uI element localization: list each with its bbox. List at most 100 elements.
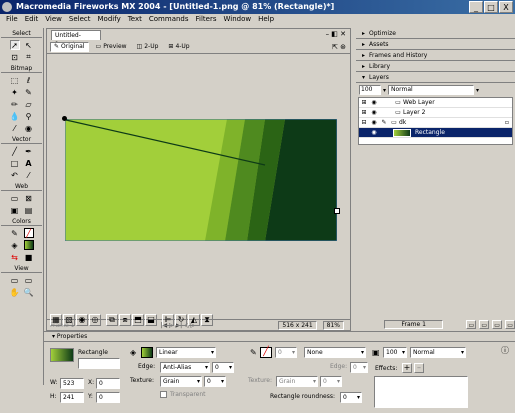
help-icon[interactable]: ⓘ — [501, 345, 509, 356]
bring-forward-icon[interactable]: ⧉ — [106, 314, 118, 326]
menu-help[interactable]: Help — [258, 14, 274, 25]
close-button[interactable]: X — [499, 1, 513, 13]
pencil-tool-icon[interactable]: ✏ — [10, 99, 20, 109]
remove-effect-icon[interactable]: – — [414, 363, 424, 373]
bring-front-icon[interactable]: ⬒ — [132, 314, 144, 326]
standard-screen-icon[interactable]: ▭ — [10, 275, 20, 285]
layer-row-web-layer[interactable]: ⊞ ◉ ▭ Web Layer — [359, 98, 512, 108]
pen-tool-icon[interactable]: ✒ — [24, 146, 34, 156]
knife-tool-icon[interactable]: ⁄ — [24, 170, 34, 180]
full-screen-icon[interactable]: ▭ — [24, 275, 34, 285]
menu-edit[interactable]: Edit — [25, 14, 39, 25]
hotspot-tool-icon[interactable]: ▭ — [10, 193, 20, 203]
object-name-field[interactable] — [78, 358, 120, 369]
new-bitmap-image-icon[interactable]: ▭ — [466, 319, 477, 329]
menu-modify[interactable]: Modify — [98, 14, 121, 25]
eraser-tool-icon[interactable]: ▱ — [24, 99, 34, 109]
edge-select[interactable]: Anti-Alias — [160, 362, 210, 373]
texture-select[interactable]: Grain — [160, 376, 202, 387]
ungroup-icon[interactable]: ▧ — [63, 314, 75, 326]
tab-original[interactable]: ✎ Original — [50, 42, 89, 52]
layer-row-dk[interactable]: ⊟ ◉ ✎ ▭ dk ▫ — [359, 118, 512, 128]
menu-file[interactable]: File — [6, 14, 18, 25]
group-icon[interactable]: ▦ — [50, 314, 62, 326]
menu-window[interactable]: Window — [224, 14, 252, 25]
canvas-rectangle[interactable] — [65, 119, 337, 241]
new-sublayer-icon[interactable]: ▭ — [479, 319, 490, 329]
scale-tool-icon[interactable]: ⊡ — [10, 52, 20, 62]
hand-tool-icon[interactable]: ✋ — [10, 287, 20, 297]
line-tool-icon[interactable]: ╱ — [10, 146, 20, 156]
roundness-field[interactable]: 0 — [340, 392, 362, 403]
maximize-button[interactable]: □ — [484, 1, 498, 13]
y-field[interactable]: 0 — [96, 392, 120, 403]
brush-tool-icon[interactable]: ✎ — [24, 87, 34, 97]
replace-color-tool-icon[interactable]: ⁄ — [10, 123, 20, 133]
menu-text[interactable]: Text — [128, 14, 142, 25]
split-icon[interactable]: ◎ — [89, 314, 101, 326]
transparent-checkbox[interactable] — [160, 391, 167, 398]
visibility-eye-icon[interactable]: ◉ — [369, 119, 379, 126]
menu-select[interactable]: Select — [69, 14, 91, 25]
align-icon[interactable]: ⊫ — [162, 314, 174, 326]
panel-frames-history[interactable]: ▸ Frames and History — [356, 50, 515, 61]
height-field[interactable]: 241 — [60, 392, 84, 403]
minimize-button[interactable]: _ — [469, 1, 483, 13]
slice-tool-icon[interactable]: ⊠ — [24, 193, 34, 203]
stroke-texture-amount-field[interactable]: 0 — [320, 376, 342, 387]
freeform-tool-icon[interactable]: ↶ — [10, 170, 20, 180]
menu-view[interactable]: View — [45, 14, 62, 25]
document-tab[interactable]: Untitled-1.png* — [51, 30, 101, 48]
pointer-tool-icon[interactable]: ➚ — [9, 40, 20, 50]
layer-opacity-field[interactable]: 100 — [359, 85, 381, 95]
visibility-eye-icon[interactable]: ◉ — [369, 129, 379, 136]
add-effect-icon[interactable]: + — [402, 363, 412, 373]
stroke-edge-field[interactable]: 0 — [350, 362, 368, 373]
layer-row-layer-2[interactable]: ⊞ ◉ ▭ Layer 2 — [359, 108, 512, 118]
fill-swatch[interactable] — [141, 347, 153, 358]
crop-tool-icon[interactable]: ⌗ — [24, 52, 34, 62]
effects-list[interactable] — [374, 376, 468, 408]
menu-filters[interactable]: Filters — [196, 14, 217, 25]
panel-library[interactable]: ▸ Library — [356, 61, 515, 72]
visibility-eye-icon[interactable]: ◉ — [369, 109, 379, 116]
expand-toggle-icon[interactable]: ⊞ — [359, 99, 369, 106]
dropdown-arrow-icon[interactable]: ▾ — [476, 87, 479, 94]
width-field[interactable]: 523 — [60, 378, 84, 389]
blur-tool-icon[interactable]: 💧 — [10, 111, 20, 121]
send-backward-icon[interactable]: ⧈ — [119, 314, 131, 326]
dropdown-arrow-icon[interactable]: ▾ — [383, 87, 386, 94]
send-back-icon[interactable]: ⬓ — [145, 314, 157, 326]
stroke-size-field[interactable]: 0 — [275, 347, 297, 358]
text-tool-icon[interactable]: A — [24, 158, 34, 168]
hide-slices-icon[interactable]: ▣ — [10, 205, 20, 215]
rotate-icon[interactable]: ↻ — [175, 314, 187, 326]
stroke-texture-select[interactable]: Grain — [276, 376, 318, 387]
object-opacity-field[interactable]: 100 — [383, 347, 407, 358]
join-icon[interactable]: ◉ — [76, 314, 88, 326]
layer-row-rectangle[interactable]: ◉ Rectangle — [359, 128, 512, 138]
delete-layer-icon[interactable]: ▭ — [505, 319, 515, 329]
panel-layers[interactable]: ▾ Layers — [356, 72, 515, 83]
red-eye-tool-icon[interactable]: ◉ — [24, 123, 34, 133]
stroke-color-pencil-icon[interactable]: ✎ — [10, 228, 20, 238]
fill-color-swatch[interactable] — [23, 240, 34, 250]
magic-wand-tool-icon[interactable]: ✦ — [10, 87, 20, 97]
panel-optimize[interactable]: ▸ Optimize — [356, 28, 515, 39]
gradient-end-handle[interactable] — [334, 208, 340, 214]
tab-preview[interactable]: ▭ Preview — [93, 42, 130, 52]
flip-vertical-icon[interactable]: ⧗ — [201, 314, 213, 326]
swap-colors-icon[interactable]: ⇆ — [10, 252, 20, 262]
new-layer-icon[interactable]: ▭ — [492, 319, 503, 329]
fill-type-select[interactable]: Linear — [156, 347, 216, 358]
properties-header[interactable]: ▾ Properties — [44, 332, 515, 342]
stroke-type-select[interactable]: None — [304, 347, 366, 358]
stroke-color-swatch[interactable]: ╱ — [23, 228, 34, 238]
default-colors-icon[interactable]: ■ — [24, 252, 34, 262]
collapse-toggle-icon[interactable]: ⊟ — [359, 119, 369, 126]
stroke-swatch[interactable]: ╱ — [260, 347, 272, 358]
visibility-eye-icon[interactable]: ◉ — [369, 99, 379, 106]
texture-amount-field[interactable]: 0 — [204, 376, 226, 387]
quick-export-icon[interactable]: ⇱ ⊛ — [332, 43, 346, 51]
object-blend-select[interactable]: Normal — [410, 347, 466, 358]
